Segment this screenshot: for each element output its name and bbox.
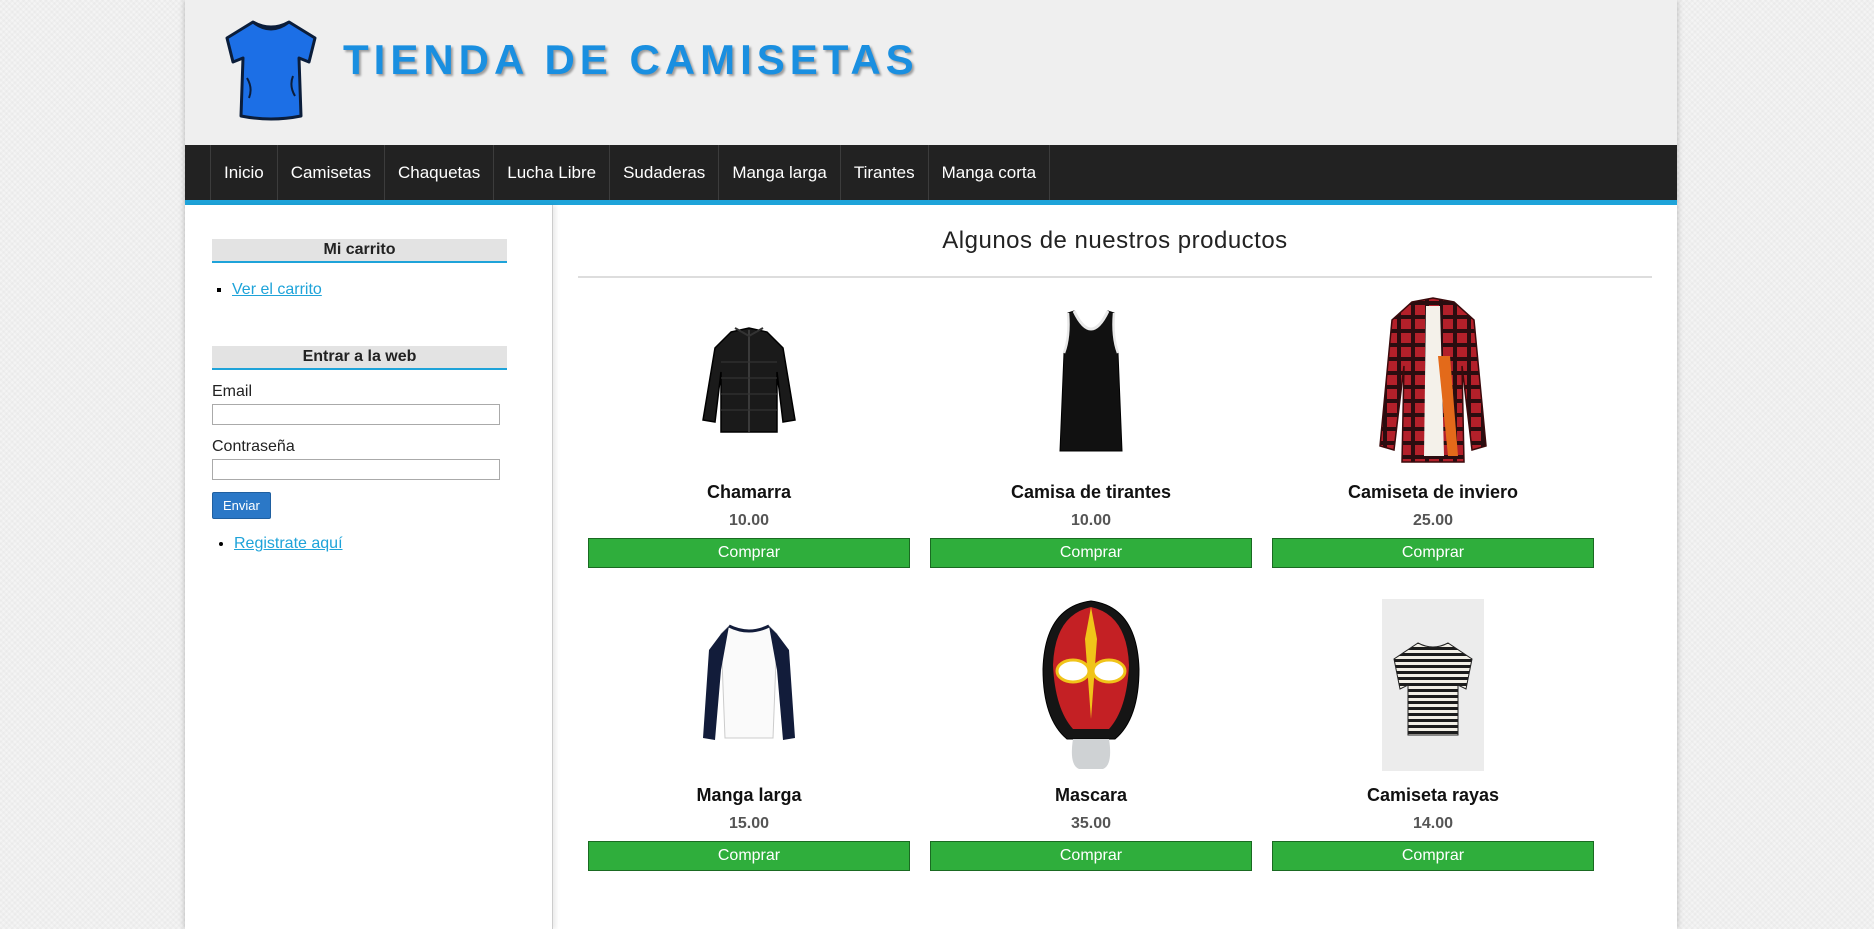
login-heading: Entrar a la web <box>212 346 507 370</box>
product-price: 15.00 <box>728 815 770 832</box>
buy-button[interactable]: Comprar <box>930 538 1252 568</box>
login-block: Entrar a la web Email Contraseña Enviar … <box>212 346 507 553</box>
nav-item-chaquetas[interactable]: Chaquetas <box>384 145 493 200</box>
product-price: 10.00 <box>1070 512 1112 529</box>
raglan-shirt-icon[interactable] <box>699 620 799 750</box>
buy-button[interactable]: Comprar <box>588 841 910 871</box>
tshirt-icon <box>225 20 317 121</box>
register-list: Registrate aquí <box>212 535 507 553</box>
main-content: Algunos de nuestros productos Chamarra 1… <box>553 205 1677 929</box>
register-link[interactable]: Registrate aquí <box>234 535 343 552</box>
sidebar: Mi carrito Ver el carrito Entrar a la we… <box>185 205 553 929</box>
nav-item-lucha-libre[interactable]: Lucha Libre <box>493 145 609 200</box>
product-name: Camisa de tirantes <box>1010 482 1172 502</box>
product-price: 10.00 <box>728 512 770 529</box>
site-title: TIENDA DE CAMISETAS <box>343 36 919 83</box>
product-card: Chamarra 10.00 Comprar <box>588 296 910 568</box>
product-price: 25.00 <box>1412 512 1454 529</box>
password-field[interactable] <box>212 459 500 480</box>
view-cart-link[interactable]: Ver el carrito <box>232 281 322 298</box>
main-nav: Inicio Camisetas Chaquetas Lucha Libre S… <box>185 145 1677 205</box>
cart-list-item: Ver el carrito <box>232 281 507 299</box>
cart-block: Mi carrito Ver el carrito <box>212 239 507 299</box>
page: TIENDA DE CAMISETAS Inicio Camisetas Cha… <box>185 0 1677 929</box>
buy-button[interactable]: Comprar <box>1272 538 1594 568</box>
product-price: 35.00 <box>1070 815 1112 832</box>
nav-item-manga-corta[interactable]: Manga corta <box>927 145 1051 200</box>
wrestling-mask-icon[interactable] <box>1039 599 1143 771</box>
buy-button[interactable]: Comprar <box>1272 841 1594 871</box>
product-name: Camiseta rayas <box>1366 785 1500 805</box>
product-price: 14.00 <box>1412 815 1454 832</box>
register-list-item: Registrate aquí <box>234 535 507 553</box>
title-divider <box>578 276 1652 278</box>
product-name: Chamarra <box>706 482 792 502</box>
site-header: TIENDA DE CAMISETAS <box>185 0 1677 145</box>
nav-item-sudaderas[interactable]: Sudaderas <box>609 145 718 200</box>
page-title: Algunos de nuestros productos <box>942 227 1288 254</box>
product-name: Manga larga <box>696 785 802 805</box>
buy-button[interactable]: Comprar <box>588 538 910 568</box>
password-label: Contraseña <box>212 438 295 455</box>
jacket-icon[interactable] <box>699 322 799 442</box>
striped-tshirt-icon[interactable] <box>1382 599 1484 771</box>
submit-button[interactable]: Enviar <box>212 492 271 519</box>
nav-item-inicio[interactable]: Inicio <box>210 145 277 200</box>
product-card: Manga larga 15.00 Comprar <box>588 599 910 871</box>
product-name: Mascara <box>1054 785 1128 805</box>
email-label: Email <box>212 383 253 400</box>
product-name: Camiseta de inviero <box>1347 482 1519 502</box>
tank-top-icon[interactable] <box>1056 307 1126 457</box>
product-card: Mascara 35.00 Comprar <box>930 599 1252 871</box>
cart-heading: Mi carrito <box>212 239 507 263</box>
plaid-shirt-icon[interactable] <box>1378 296 1488 468</box>
nav-item-tirantes[interactable]: Tirantes <box>839 145 928 200</box>
cart-list: Ver el carrito <box>212 281 507 299</box>
nav-item-camisetas[interactable]: Camisetas <box>276 145 384 200</box>
product-card: Camiseta de inviero 25.00 Comprar <box>1272 296 1594 568</box>
nav-item-manga-larga[interactable]: Manga larga <box>718 145 840 200</box>
product-card: Camisa de tirantes 10.00 Comprar <box>930 296 1252 568</box>
product-card: Camiseta rayas 14.00 Comprar <box>1272 599 1594 871</box>
email-field[interactable] <box>212 404 500 425</box>
buy-button[interactable]: Comprar <box>930 841 1252 871</box>
